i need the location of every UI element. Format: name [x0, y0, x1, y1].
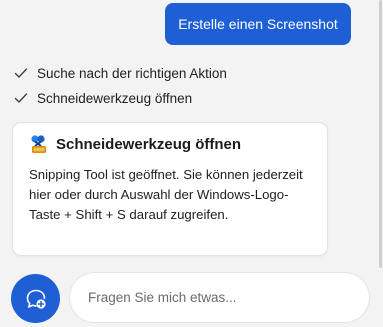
card-title: Schneidewerkzeug öffnen: [56, 135, 242, 153]
step-label: Schneidewerkzeug öffnen: [37, 90, 193, 106]
step-item: Suche nach der richtigen Aktion: [14, 63, 227, 83]
scrollbar[interactable]: [379, 0, 382, 268]
snipping-tool-icon: [31, 135, 46, 153]
step-item: Schneidewerkzeug öffnen: [14, 88, 192, 108]
new-chat-button[interactable]: [11, 274, 60, 323]
new-chat-icon: [26, 289, 46, 309]
user-message-bubble: Erstelle einen Screenshot: [165, 3, 351, 45]
chat-input-container[interactable]: [70, 273, 369, 322]
card-header: Schneidewerkzeug öffnen: [29, 134, 241, 154]
step-label: Suche nach der richtigen Aktion: [37, 65, 227, 81]
check-icon: [14, 93, 28, 103]
action-card: Schneidewerkzeug öffnen Snipping Tool is…: [13, 123, 327, 255]
check-icon: [14, 68, 28, 78]
card-body: Snipping Tool ist geöffnet. Sie können j…: [29, 167, 303, 222]
chat-input[interactable]: [88, 273, 348, 322]
user-message-text: Erstelle einen Screenshot: [178, 16, 338, 32]
